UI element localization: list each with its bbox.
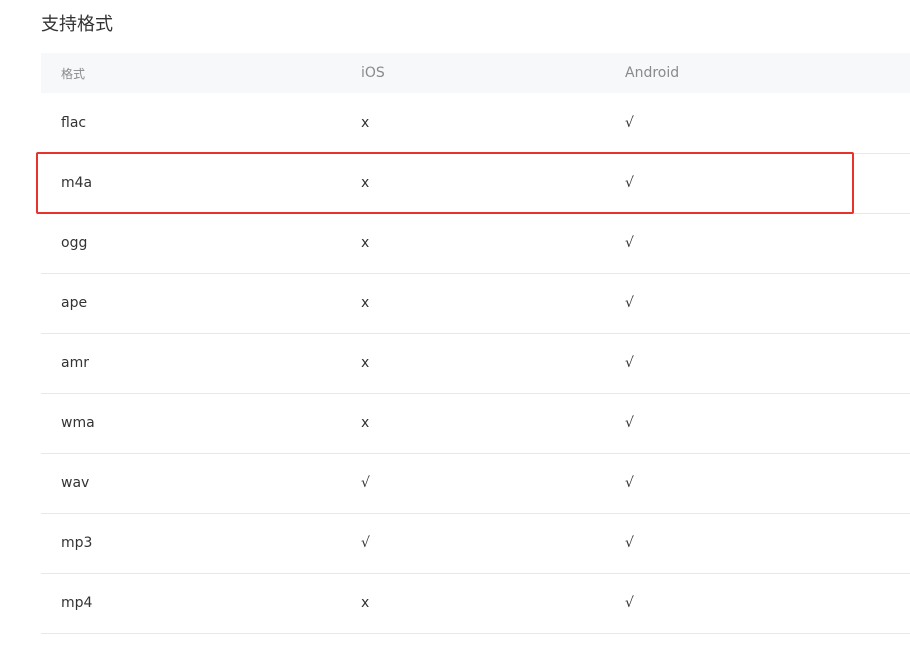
table-row: m4a x √ — [41, 153, 910, 213]
table-row: wma x √ — [41, 393, 910, 453]
cell-format: wav — [61, 475, 90, 491]
cell-android: √ — [625, 535, 634, 551]
header-ios: iOS — [361, 65, 385, 81]
cell-ios: x — [361, 355, 370, 371]
table-header: 格式 iOS Android — [41, 53, 910, 93]
table-row: mp3 √ √ — [41, 513, 910, 573]
cell-android: √ — [625, 355, 634, 371]
table-row: ogg x √ — [41, 213, 910, 273]
cell-ios: √ — [361, 535, 370, 551]
header-android: Android — [625, 65, 680, 81]
cell-format: amr — [61, 355, 89, 371]
cell-ios: x — [361, 595, 370, 611]
table-row: amr x √ — [41, 333, 910, 393]
cell-ios: x — [361, 235, 370, 251]
cell-android: √ — [625, 415, 634, 431]
cell-android: √ — [625, 475, 634, 491]
cell-ios: √ — [361, 475, 370, 491]
table-body: flac x √ m4a x √ ogg x √ ape x √ amr x √… — [41, 93, 910, 633]
cell-format: ape — [61, 295, 88, 311]
header-format: 格式 — [61, 66, 86, 81]
section-title: 支持格式 — [41, 14, 113, 35]
cell-android: √ — [625, 595, 634, 611]
cell-format: flac — [61, 114, 87, 131]
table-header-row: 格式 iOS Android — [41, 53, 910, 93]
table-row: ape x √ — [41, 273, 910, 333]
table-row: mp4 x √ — [41, 573, 910, 633]
cell-android: √ — [625, 295, 634, 311]
format-support-table: 格式 iOS Android flac x √ m4a x √ ogg x √ … — [41, 53, 910, 634]
table-row: flac x √ — [41, 93, 910, 153]
cell-android: √ — [625, 114, 634, 131]
cell-android: √ — [625, 235, 634, 251]
cell-ios: x — [361, 295, 370, 311]
cell-android: √ — [625, 175, 634, 191]
table-row: wav √ √ — [41, 453, 910, 513]
cell-format: m4a — [61, 175, 93, 191]
cell-format: ogg — [61, 235, 88, 251]
cell-format: mp4 — [61, 595, 93, 611]
cell-ios: x — [361, 175, 370, 191]
cell-ios: x — [361, 114, 370, 131]
cell-format: wma — [61, 415, 95, 431]
cell-format: mp3 — [61, 535, 93, 551]
cell-ios: x — [361, 415, 370, 431]
